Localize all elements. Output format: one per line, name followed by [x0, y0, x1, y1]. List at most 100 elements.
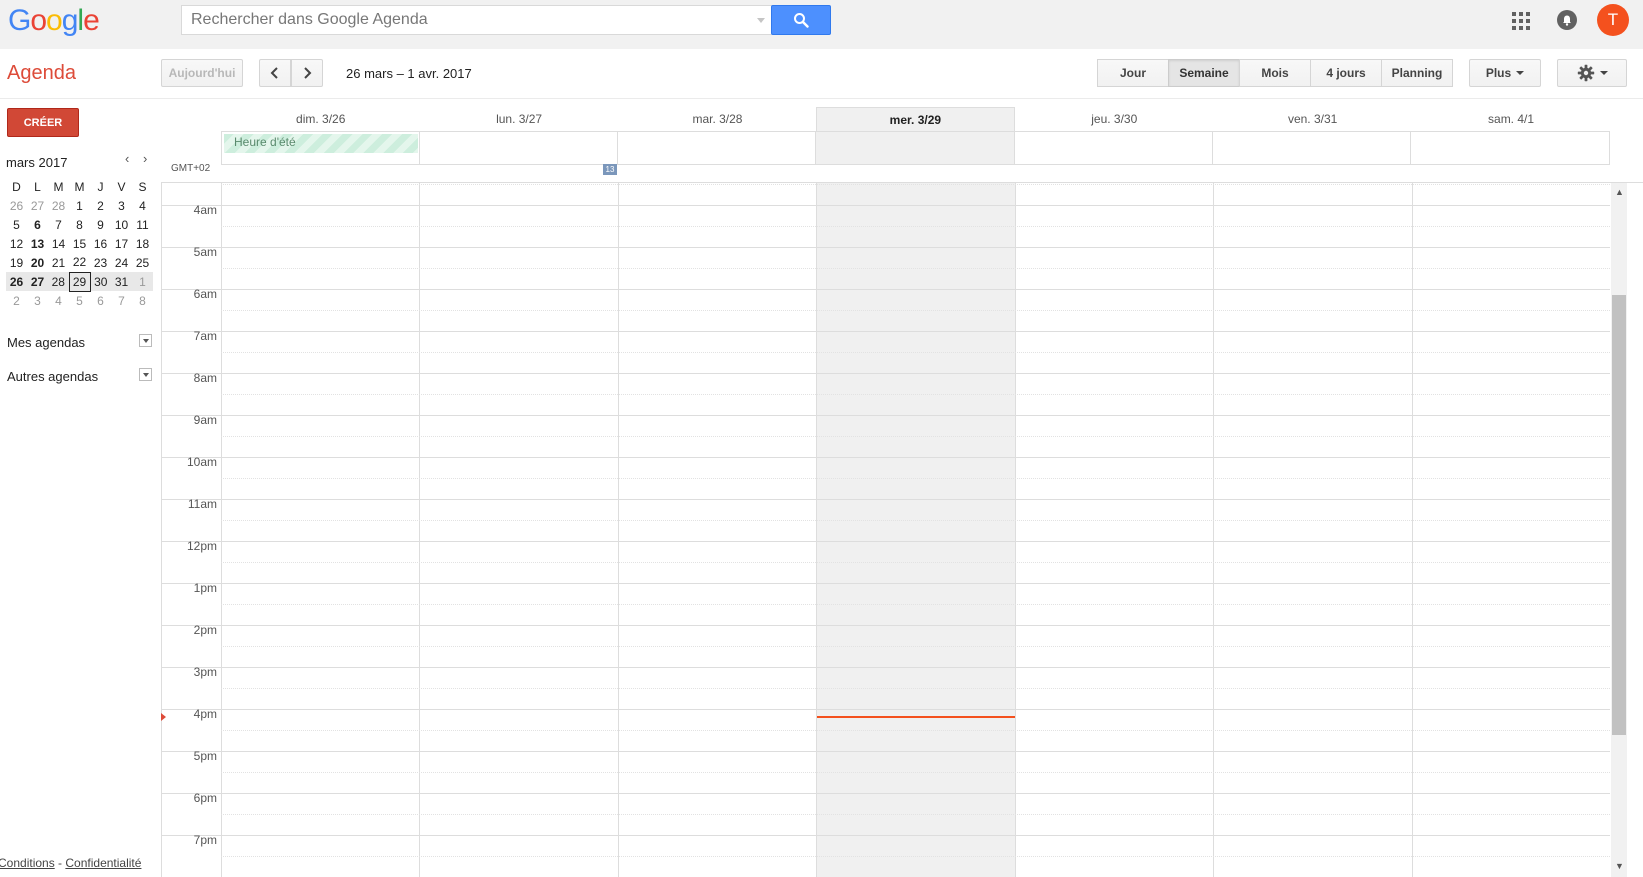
all-day-event[interactable]: Heure d'été — [224, 134, 419, 153]
mini-calendar-day[interactable]: 23 — [90, 253, 111, 272]
mini-calendar-day[interactable]: 16 — [90, 234, 111, 253]
hour-label: 6am — [193, 287, 217, 301]
all-day-cell[interactable] — [1411, 132, 1609, 164]
mini-calendar-day[interactable]: 27 — [27, 196, 48, 215]
hour-line — [161, 709, 1610, 710]
mini-calendar-day[interactable]: 20 — [27, 253, 48, 272]
mini-calendar-day[interactable]: 7 — [111, 291, 132, 310]
other-calendars-menu-icon[interactable] — [139, 368, 152, 381]
view-4days-button[interactable]: 4 jours — [1310, 59, 1382, 87]
all-day-cell-today[interactable] — [816, 132, 1015, 164]
mini-calendar-day[interactable]: 6 — [27, 215, 48, 234]
mini-calendar-day[interactable]: 12 — [6, 234, 27, 253]
google-logo[interactable]: Google — [8, 4, 100, 38]
mini-calendar-day[interactable]: 18 — [132, 234, 153, 253]
previous-period-button[interactable] — [259, 59, 291, 87]
settings-button[interactable] — [1557, 59, 1627, 87]
mini-calendar-day[interactable]: 29 — [68, 271, 91, 292]
all-day-cell[interactable] — [420, 132, 619, 164]
mini-calendar-day[interactable]: 28 — [48, 196, 69, 215]
today-button[interactable]: Aujourd'hui — [161, 59, 243, 87]
mini-calendar-day[interactable]: 9 — [90, 215, 111, 234]
mini-calendar-day[interactable]: 19 — [6, 253, 27, 272]
mini-calendar-day[interactable]: 8 — [132, 291, 153, 310]
week-number-badge[interactable]: 13 — [603, 164, 617, 175]
all-day-cell[interactable] — [618, 132, 817, 164]
mini-calendar-day[interactable]: 4 — [48, 291, 69, 310]
mini-calendar-day[interactable]: 26 — [6, 196, 27, 215]
mini-calendar-day[interactable]: 5 — [6, 215, 27, 234]
mini-calendar-day[interactable]: 1 — [132, 272, 153, 291]
day-header[interactable]: jeu. 3/30 — [1015, 107, 1213, 131]
all-day-cell[interactable]: Heure d'été — [222, 132, 421, 164]
more-button[interactable]: Plus — [1469, 59, 1541, 87]
avatar[interactable]: T — [1597, 4, 1629, 36]
day-headers: dim. 3/26 lun. 3/27 mar. 3/28 mer. 3/29 … — [221, 107, 1610, 131]
day-header[interactable]: lun. 3/27 — [419, 107, 617, 131]
mini-calendar-day[interactable]: 31 — [111, 272, 132, 291]
mini-calendar-day[interactable]: 15 — [69, 234, 90, 253]
mini-calendar-next-icon[interactable]: › — [143, 151, 147, 166]
mini-calendar-day[interactable]: 13 — [27, 234, 48, 253]
logo-letter: o — [46, 4, 63, 37]
mini-calendar-day[interactable]: 17 — [111, 234, 132, 253]
view-day-button[interactable]: Jour — [1097, 59, 1169, 87]
time-grid[interactable]: 4am 5am 6am 7am 8am 9am 10am 11am 12pm 1pm 2pm 3pm 4… — [161, 182, 1643, 877]
day-header[interactable]: sam. 4/1 — [1411, 107, 1609, 131]
day-header-today[interactable]: mer. 3/29 — [816, 107, 1015, 131]
mini-calendar-day[interactable]: 3 — [27, 291, 48, 310]
mini-calendar-day[interactable]: 1 — [69, 196, 90, 215]
search-input[interactable] — [182, 6, 742, 34]
mini-calendar-day[interactable]: 5 — [69, 291, 90, 310]
notifications-icon[interactable] — [1557, 10, 1577, 30]
logo-letter: e — [83, 4, 100, 37]
mini-calendar-day[interactable]: 25 — [132, 253, 153, 272]
my-calendars-menu-icon[interactable] — [139, 334, 152, 347]
vertical-scrollbar[interactable]: ▲ ▼ — [1611, 183, 1627, 877]
mini-calendar-day[interactable]: 14 — [48, 234, 69, 253]
mini-calendar-day[interactable]: 30 — [90, 272, 111, 291]
mini-calendar-day[interactable]: 21 — [48, 253, 69, 272]
view-week-button[interactable]: Semaine — [1168, 59, 1240, 87]
mini-calendar-day[interactable]: 24 — [111, 253, 132, 272]
my-calendars-label[interactable]: Mes agendas — [7, 335, 85, 350]
apps-grid-icon[interactable] — [1512, 12, 1530, 30]
search-button[interactable] — [771, 5, 831, 35]
day-header[interactable]: dim. 3/26 — [221, 107, 419, 131]
half-hour-line — [221, 436, 1610, 437]
mini-calendar-day[interactable]: 6 — [90, 291, 111, 310]
scrollbar-thumb[interactable] — [1612, 295, 1626, 735]
view-month-button[interactable]: Mois — [1239, 59, 1311, 87]
privacy-link[interactable]: Confidentialité — [65, 856, 141, 870]
day-header[interactable]: mar. 3/28 — [618, 107, 816, 131]
hour-row: 3pm — [161, 665, 1610, 709]
all-day-cell[interactable] — [1015, 132, 1213, 164]
view-agenda-button[interactable]: Planning — [1381, 59, 1453, 87]
mini-calendar-day[interactable]: 7 — [48, 215, 69, 234]
mini-calendar-day[interactable]: 10 — [111, 215, 132, 234]
hour-line — [161, 289, 1610, 290]
mini-calendar-day[interactable]: 28 — [48, 272, 69, 291]
create-event-button[interactable]: CRÉER — [7, 108, 79, 137]
hour-row: 9am — [161, 413, 1610, 457]
bell-icon — [1563, 15, 1571, 26]
mini-calendar-day[interactable]: 8 — [69, 215, 90, 234]
mini-calendar-day[interactable]: 4 — [132, 196, 153, 215]
mini-calendar-day[interactable]: 2 — [6, 291, 27, 310]
day-header[interactable]: ven. 3/31 — [1213, 107, 1411, 131]
all-day-cell[interactable] — [1213, 132, 1411, 164]
next-period-button[interactable] — [291, 59, 323, 87]
mini-calendar-day[interactable]: 22 — [69, 253, 90, 272]
other-calendars-label[interactable]: Autres agendas — [7, 369, 98, 384]
mini-calendar-day[interactable]: 2 — [90, 196, 111, 215]
mini-calendar-day[interactable]: 3 — [111, 196, 132, 215]
search-options-icon[interactable] — [757, 18, 765, 23]
scroll-down-icon[interactable]: ▼ — [1615, 861, 1624, 871]
scroll-up-icon[interactable]: ▲ — [1615, 187, 1624, 197]
conditions-link[interactable]: Conditions — [0, 856, 55, 870]
logo-letter: g — [61, 4, 79, 37]
mini-calendar-day[interactable]: 11 — [132, 215, 153, 234]
mini-calendar-day[interactable]: 26 — [6, 272, 27, 291]
mini-calendar-day[interactable]: 27 — [27, 272, 48, 291]
mini-calendar-prev-icon[interactable]: ‹ — [125, 151, 129, 166]
